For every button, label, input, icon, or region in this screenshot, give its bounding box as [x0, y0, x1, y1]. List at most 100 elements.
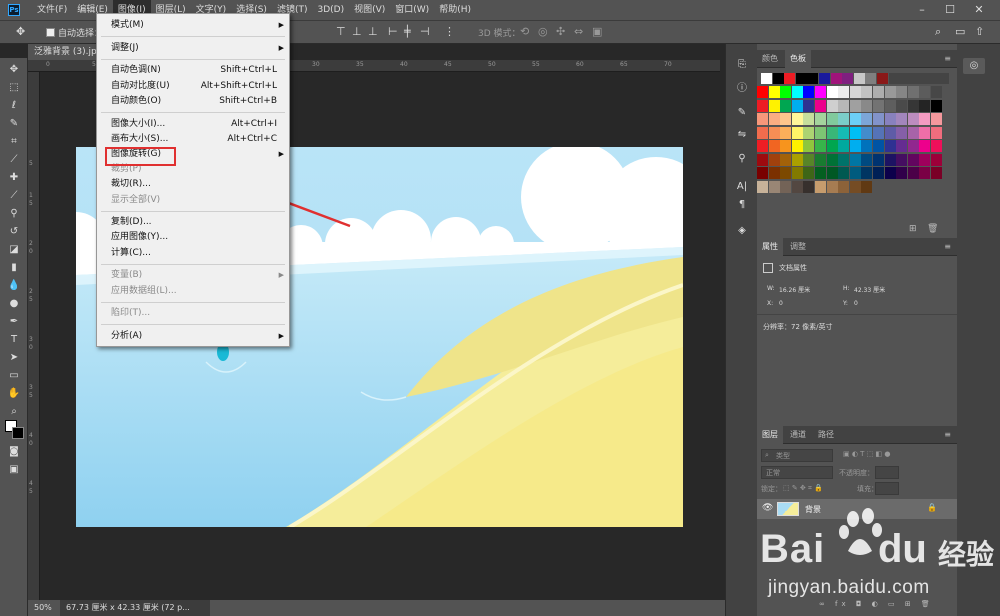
- swatch[interactable]: [873, 140, 884, 152]
- swatch[interactable]: [842, 73, 854, 84]
- swatch[interactable]: [896, 99, 908, 112]
- image-menu-item[interactable]: 画布大小(S)... Alt+Ctrl+C: [97, 132, 289, 147]
- tab-adjustments[interactable]: 调整: [785, 238, 811, 256]
- 3d-slide-icon[interactable]: ⇔: [574, 25, 583, 38]
- swatch[interactable]: [873, 99, 884, 112]
- swatch[interactable]: [865, 73, 877, 84]
- image-menu-item[interactable]: 调整(J) ▶: [97, 41, 289, 56]
- swatch[interactable]: [768, 153, 780, 166]
- swatch[interactable]: [838, 113, 850, 125]
- tab-properties[interactable]: 属性: [757, 238, 783, 256]
- dodge-tool-icon[interactable]: ●: [5, 296, 23, 312]
- swatch[interactable]: [896, 126, 908, 139]
- paragraph-icon[interactable]: ¶: [735, 198, 749, 212]
- swatch[interactable]: [780, 86, 792, 98]
- swatch[interactable]: [761, 73, 772, 84]
- swatch[interactable]: [768, 86, 780, 98]
- blur-tool-icon[interactable]: 💧: [5, 278, 23, 294]
- stamp-tool-icon[interactable]: ⚲: [5, 206, 23, 222]
- swatch[interactable]: [884, 99, 896, 112]
- screen-mode-icon[interactable]: ▣: [5, 462, 23, 478]
- swatch[interactable]: [803, 140, 815, 152]
- swatch[interactable]: [907, 153, 919, 166]
- swatch[interactable]: [803, 180, 815, 193]
- swatch[interactable]: [919, 153, 931, 166]
- swatch[interactable]: [768, 99, 780, 112]
- swatch[interactable]: [931, 153, 942, 166]
- distribute-icon[interactable]: ⋮: [444, 25, 455, 38]
- 3d-rotate-icon[interactable]: ⟲: [520, 25, 529, 38]
- libraries-icon[interactable]: ◎: [963, 58, 985, 74]
- swatch[interactable]: [815, 167, 826, 179]
- 3d-roll-icon[interactable]: ◎: [538, 25, 548, 38]
- swatch[interactable]: [830, 73, 842, 84]
- swatch[interactable]: [757, 113, 768, 125]
- document-info[interactable]: 67.73 厘米 x 42.33 厘米 (72 p...: [60, 600, 210, 616]
- menu-3d[interactable]: 3D(D): [312, 0, 349, 20]
- swatch[interactable]: [919, 167, 931, 179]
- gradient-tool-icon[interactable]: ▮: [5, 260, 23, 276]
- adjustments-icon[interactable]: ⇋: [735, 128, 749, 142]
- move-tool-icon[interactable]: ✥: [5, 62, 23, 78]
- close-button[interactable]: ✕: [968, 0, 990, 20]
- swatch[interactable]: [803, 99, 815, 112]
- swatch[interactable]: [861, 140, 873, 152]
- swatch[interactable]: [791, 126, 803, 139]
- quick-mask-icon[interactable]: ◙: [5, 444, 23, 460]
- menu-help[interactable]: 帮助(H): [434, 0, 476, 20]
- swatch[interactable]: [838, 99, 850, 112]
- swatch[interactable]: [826, 153, 838, 166]
- swatch[interactable]: [873, 167, 884, 179]
- workspace-icon[interactable]: ▭: [955, 25, 965, 38]
- swatch[interactable]: [861, 153, 873, 166]
- swatch[interactable]: [861, 86, 873, 98]
- swatch[interactable]: [873, 153, 884, 166]
- swatch[interactable]: [791, 140, 803, 152]
- blend-mode-select[interactable]: 正常: [761, 466, 833, 479]
- swatch[interactable]: [849, 153, 861, 166]
- swatch[interactable]: [791, 153, 803, 166]
- align-left-icon[interactable]: ⊢: [388, 25, 398, 38]
- swatch[interactable]: [838, 86, 850, 98]
- swatch[interactable]: [931, 140, 942, 152]
- history-icon[interactable]: ⎘: [735, 58, 749, 72]
- width-value[interactable]: 16.26 厘米: [779, 285, 810, 294]
- swatch[interactable]: [780, 113, 792, 125]
- brush-tool-icon[interactable]: ⟋: [5, 188, 23, 204]
- image-menu-item[interactable]: 应用图像(Y)...: [97, 230, 289, 245]
- path-select-tool-icon[interactable]: ➤: [5, 350, 23, 366]
- swatch[interactable]: [931, 113, 942, 125]
- swatch[interactable]: [780, 167, 792, 179]
- search-icon[interactable]: ⌕: [935, 25, 941, 39]
- swatch[interactable]: [826, 167, 838, 179]
- swatch[interactable]: [815, 86, 826, 98]
- swatch[interactable]: [919, 99, 931, 112]
- menu-view[interactable]: 视图(V): [349, 0, 390, 20]
- swatch[interactable]: [896, 153, 908, 166]
- swatch[interactable]: [849, 86, 861, 98]
- swatch[interactable]: [907, 140, 919, 152]
- swatch[interactable]: [877, 73, 888, 84]
- swatch[interactable]: [757, 153, 768, 166]
- image-menu-item[interactable]: 计算(C)...: [97, 246, 289, 261]
- swatch[interactable]: [931, 126, 942, 139]
- new-swatch-icon[interactable]: ⊞: [909, 224, 917, 234]
- swatch[interactable]: [826, 180, 838, 193]
- swatch[interactable]: [931, 86, 942, 98]
- image-menu-item[interactable]: 自动色调(N) Shift+Ctrl+L: [97, 63, 289, 78]
- swatch[interactable]: [815, 113, 826, 125]
- zoom-level[interactable]: 50%: [34, 603, 52, 612]
- swatch[interactable]: [884, 126, 896, 139]
- swatch[interactable]: [873, 86, 884, 98]
- swatch[interactable]: [849, 167, 861, 179]
- swatch[interactable]: [884, 140, 896, 152]
- swatch[interactable]: [907, 99, 919, 112]
- swatch[interactable]: [853, 73, 865, 84]
- pen-tool-icon[interactable]: ✒: [5, 314, 23, 330]
- swatch[interactable]: [757, 86, 768, 98]
- swatch[interactable]: [849, 113, 861, 125]
- swatch[interactable]: [849, 180, 861, 193]
- swatch[interactable]: [815, 99, 826, 112]
- swatch[interactable]: [768, 113, 780, 125]
- panel-menu-icon[interactable]: ≡: [944, 242, 951, 251]
